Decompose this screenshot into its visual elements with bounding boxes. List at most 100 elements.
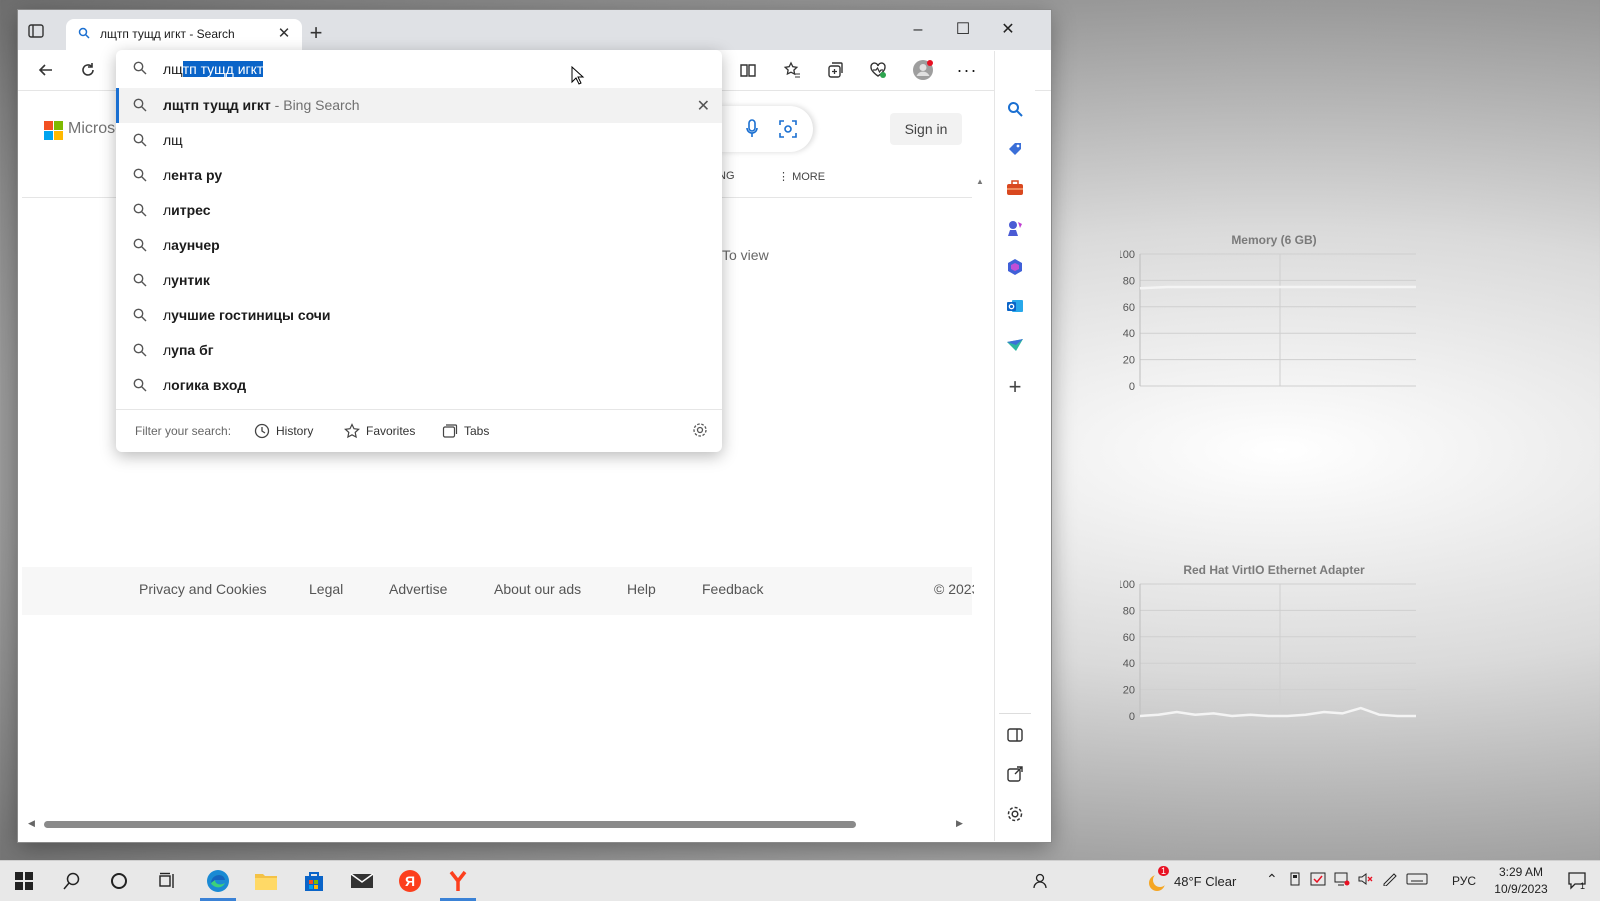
footer-link-legal[interactable]: Legal (309, 581, 343, 597)
scroll-up-arrow-icon[interactable]: ▲ (976, 177, 988, 187)
title-bar: лщтп тущд игкт - Search ✕ + – ☐ ✕ (18, 10, 1051, 50)
footer-link-privacy[interactable]: Privacy and Cookies (139, 581, 267, 597)
favorites-button[interactable] (776, 56, 808, 84)
y-tick-label: 40 (1123, 328, 1135, 340)
profile-button[interactable] (907, 56, 939, 84)
usb-icon[interactable] (1288, 872, 1302, 886)
security-icon[interactable] (1310, 872, 1326, 886)
tab-actions-icon[interactable] (28, 24, 46, 40)
new-tab-button[interactable]: + (304, 22, 328, 47)
footer-link-advertise[interactable]: Advertise (389, 581, 447, 597)
y-tick-label: 80 (1123, 275, 1135, 287)
address-bar-input[interactable]: лщтп тущд игкт (116, 50, 722, 88)
tab-search[interactable]: лщтп тущд игкт - Search ✕ (66, 19, 302, 50)
suggestion-item[interactable]: лучшие гостиницы сочи (116, 298, 722, 333)
collections-button[interactable] (819, 56, 851, 84)
clock-time[interactable]: 3:29 AM (1494, 865, 1548, 879)
weather-widget[interactable]: 1 48°F Clear (1146, 865, 1256, 897)
scrollbar-thumb[interactable] (44, 821, 856, 828)
pen-icon[interactable] (1382, 872, 1398, 886)
scroll-left-arrow-icon[interactable]: ◀ (28, 818, 35, 829)
suggestion-item[interactable]: лупа бг (116, 333, 722, 368)
suggestion-item[interactable]: лунтик (116, 263, 722, 298)
sidebar-search-icon[interactable] (1003, 97, 1027, 121)
suggestion-bing-search[interactable]: лщтп тущд игкт - Bing Search ✕ (116, 88, 722, 123)
suggestion-item[interactable]: логика вход (116, 368, 722, 403)
suggestion-completion: итрес (171, 202, 211, 218)
history-icon (254, 423, 270, 439)
suggestion-item[interactable]: лщ (116, 123, 722, 158)
sidebar-open-external-icon[interactable] (1003, 762, 1027, 786)
input-language[interactable]: РУС (1452, 874, 1476, 888)
sidebar-add-icon[interactable]: + (1003, 374, 1027, 399)
sidebar-hide-icon[interactable] (1003, 723, 1027, 747)
sidebar-office-icon[interactable] (1003, 255, 1027, 279)
sidebar-settings-icon[interactable] (1003, 802, 1027, 826)
notifications-button[interactable]: 1 (1556, 865, 1600, 897)
sidebar-outlook-icon[interactable] (1003, 294, 1027, 318)
edge-taskbar-button[interactable] (196, 865, 240, 901)
cortana-button[interactable] (97, 865, 141, 897)
split-screen-button[interactable] (732, 56, 764, 84)
search-icon (133, 308, 147, 322)
horizontal-scrollbar[interactable]: ◀ ▶ (18, 815, 976, 833)
close-window-button[interactable]: ✕ (985, 16, 1031, 44)
browser-essentials-button[interactable] (862, 56, 894, 84)
y-tick-label: 60 (1123, 302, 1135, 314)
collections-icon (828, 62, 843, 78)
start-button[interactable] (2, 865, 46, 897)
more-menu-button[interactable]: ··· (951, 56, 983, 84)
remove-suggestion-icon[interactable]: ✕ (697, 96, 710, 116)
tab-close-icon[interactable]: ✕ (274, 24, 294, 44)
heart-pulse-icon (870, 62, 886, 78)
suggestion-item[interactable]: лаунчер (116, 228, 722, 263)
filter-favorites-button[interactable]: Favorites (344, 422, 415, 440)
notification-count: 1 (1580, 881, 1586, 891)
search-button[interactable] (50, 865, 94, 897)
suggestion-item[interactable]: лента ру (116, 158, 722, 193)
search-icon (78, 27, 92, 41)
search-icon (133, 61, 147, 75)
scroll-right-arrow-icon[interactable]: ▶ (956, 818, 963, 829)
sidebar-drop-icon[interactable] (1003, 333, 1027, 357)
suggestion-item[interactable]: литрес (116, 193, 722, 228)
refresh-button[interactable] (72, 56, 104, 84)
yandex-button[interactable]: Я (388, 865, 432, 897)
footer-link-help[interactable]: Help (627, 581, 656, 597)
maximize-button[interactable]: ☐ (940, 16, 986, 44)
search-box-tail (718, 106, 813, 152)
sidebar-shopping-icon[interactable] (1003, 137, 1027, 161)
minimize-button[interactable]: – (895, 16, 941, 44)
keyboard-icon[interactable] (1406, 872, 1428, 886)
suggestion-prefix: л (163, 307, 172, 323)
microphone-icon[interactable] (745, 119, 759, 139)
mail-button[interactable] (340, 865, 384, 897)
yandex-browser-button[interactable] (436, 865, 480, 901)
sidebar-tools-icon[interactable] (1003, 176, 1027, 200)
task-view-button[interactable] (145, 865, 189, 897)
nav-more[interactable]: ⋮ MORE (778, 170, 825, 183)
file-explorer-button[interactable] (244, 865, 288, 897)
clock-date[interactable]: 10/9/2023 (1490, 882, 1552, 896)
store-button[interactable] (292, 865, 336, 897)
filter-tabs-button[interactable]: Tabs (442, 422, 489, 440)
tab-title: лщтп тущд игкт - Search (100, 27, 235, 41)
volume-muted-icon[interactable] (1358, 872, 1374, 886)
sidebar-games-icon[interactable] (1003, 216, 1027, 240)
y-tick-label: 20 (1123, 355, 1135, 367)
y-tick-label: 60 (1123, 632, 1135, 644)
search-icon (133, 343, 147, 357)
visual-search-icon[interactable] (778, 119, 798, 139)
network-icon[interactable] (1334, 872, 1350, 886)
filter-history-button[interactable]: History (254, 422, 313, 440)
show-hidden-icons-chevron-icon[interactable]: ⌃ (1266, 871, 1278, 888)
back-button[interactable] (30, 56, 62, 84)
search-icon (133, 273, 147, 287)
people-button[interactable] (1018, 865, 1062, 897)
footer-link-about-ads[interactable]: About our ads (494, 581, 581, 597)
y-tick-label: 100 (1120, 579, 1135, 591)
footer-link-feedback[interactable]: Feedback (702, 581, 763, 597)
settings-gear-icon[interactable] (692, 422, 708, 438)
suggestion-completion: ента ру (171, 167, 223, 183)
sign-in-button[interactable]: Sign in (890, 113, 962, 145)
